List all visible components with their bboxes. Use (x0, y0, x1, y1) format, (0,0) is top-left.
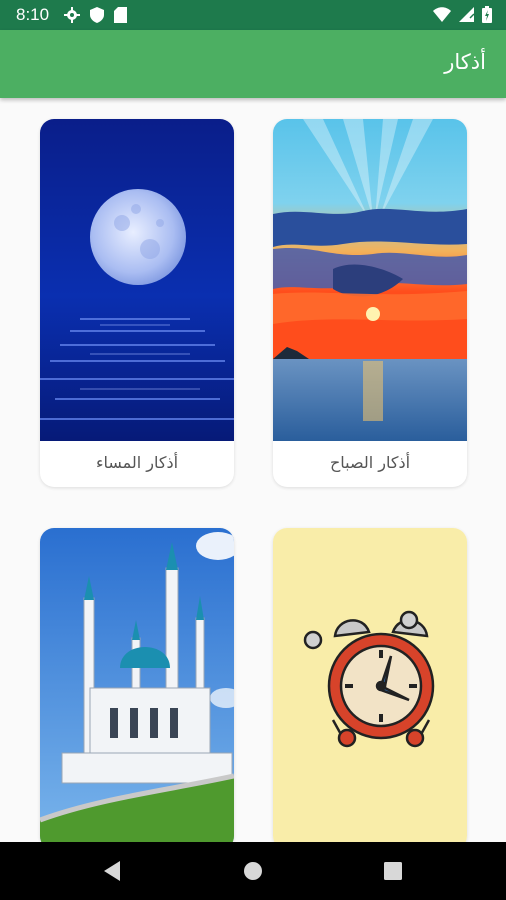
back-icon (102, 860, 122, 886)
back-button[interactable] (82, 842, 142, 900)
card-evening-adhkar[interactable]: أذكار المساء (40, 119, 234, 487)
content-grid: أذكار الصباح أذكار المساء (0, 98, 506, 842)
gear-icon (64, 7, 80, 27)
card-label: أذكار الصباح (329, 453, 411, 472)
wifi-icon (433, 7, 451, 26)
battery-icon (482, 6, 492, 27)
card-morning-adhkar[interactable]: أذكار الصباح (273, 119, 467, 487)
sunrise-over-sea-image (273, 119, 467, 441)
moon-over-sea-image (40, 119, 234, 441)
card-alarm-clock[interactable] (273, 528, 467, 842)
sd-card-icon (114, 7, 127, 27)
app-title: أذكار (444, 50, 486, 74)
status-bar: 8:10 (0, 0, 506, 30)
app-bar: أذكار (0, 30, 506, 98)
alarm-clock-image (273, 528, 467, 842)
navigation-bar (0, 842, 506, 900)
status-time: 8:10 (16, 5, 50, 24)
home-button[interactable] (223, 842, 283, 900)
recents-icon (384, 862, 402, 884)
shield-icon (90, 7, 104, 27)
home-icon (243, 861, 263, 885)
signal-icon (459, 7, 475, 26)
card-label: أذكار المساء (95, 453, 179, 472)
mosque-image (40, 528, 234, 842)
recents-button[interactable] (363, 842, 423, 900)
card-mosque[interactable] (40, 528, 234, 842)
